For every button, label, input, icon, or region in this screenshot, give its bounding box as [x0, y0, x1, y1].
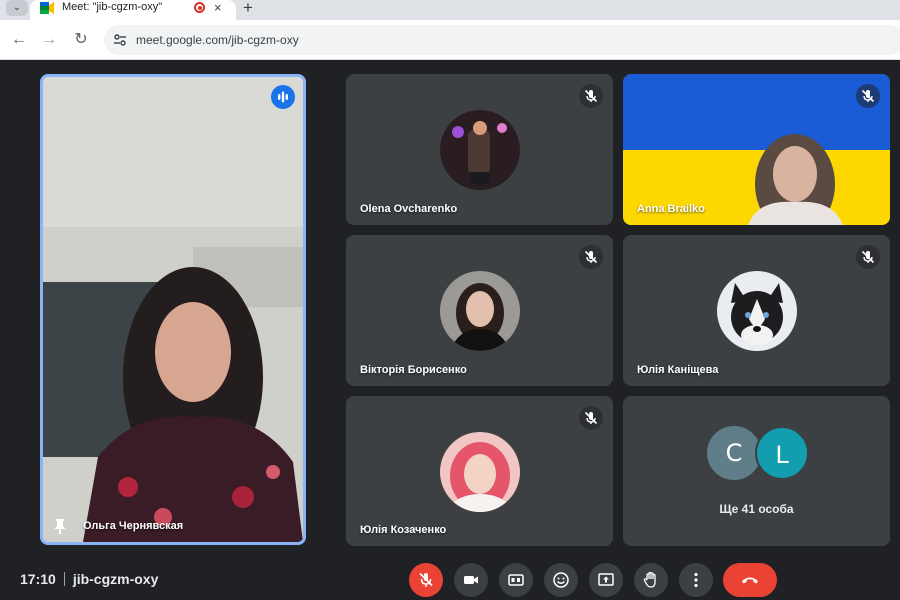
mic-muted-icon: [579, 406, 603, 430]
browser-tabstrip: ⌄ Meet: "jib-cgzm-oxy" × +: [0, 0, 900, 20]
captions-icon: [508, 574, 524, 586]
camera-icon: [464, 576, 478, 584]
participant-name: Anna Brailko: [637, 203, 705, 215]
divider: [63, 572, 65, 586]
participant-name: Юлія Каніщева: [637, 364, 719, 376]
forward-button[interactable]: →: [40, 31, 58, 49]
participant-tile[interactable]: Юлія Каніщева: [623, 235, 890, 386]
more-participants-tile[interactable]: C L Ще 41 особа: [623, 396, 890, 546]
participant-name: Olena Ovcharenko: [360, 203, 458, 215]
raise-hand-button[interactable]: [634, 563, 668, 597]
recording-indicator-icon: [194, 2, 205, 13]
camera-toggle-button[interactable]: [454, 563, 488, 597]
participant-tile[interactable]: Юлія Козаченко: [346, 396, 613, 546]
emoji-icon: [553, 572, 569, 588]
participant-tile[interactable]: Вікторія Борисенко: [346, 235, 613, 386]
participant-name: Вікторія Борисенко: [360, 364, 467, 376]
present-button[interactable]: [589, 563, 623, 597]
more-options-icon: [694, 572, 698, 588]
mic-off-icon: [419, 572, 433, 587]
browser-tab-meet[interactable]: Meet: "jib-cgzm-oxy" ×: [30, 0, 236, 20]
tab-title: Meet: "jib-cgzm-oxy": [62, 1, 163, 13]
leave-call-button[interactable]: [723, 563, 777, 597]
meeting-time: 17:10: [20, 571, 56, 587]
participant-initial-avatar: L: [755, 426, 809, 480]
participant-avatar: [716, 271, 797, 351]
participant-tile[interactable]: Olena Ovcharenko: [346, 74, 613, 225]
meeting-details: 17:10 jib-cgzm-oxy: [20, 571, 158, 587]
tab-search-button[interactable]: ⌄: [6, 0, 28, 16]
meet-favicon-icon: [40, 2, 54, 14]
raise-hand-icon: [643, 571, 656, 588]
participant-avatar: [439, 271, 520, 351]
participant-avatar: [439, 110, 520, 190]
meeting-code[interactable]: jib-cgzm-oxy: [73, 571, 159, 587]
reactions-button[interactable]: [544, 563, 578, 597]
back-button[interactable]: ←: [10, 31, 28, 49]
tab-close-button[interactable]: ×: [214, 0, 222, 16]
present-screen-icon: [598, 573, 614, 586]
participant-name: Юлія Козаченко: [360, 524, 447, 536]
mic-muted-icon: [856, 245, 880, 269]
mic-muted-icon: [579, 84, 603, 108]
site-info-icon[interactable]: [112, 32, 128, 48]
address-bar[interactable]: meet.google.com/jib-cgzm-oxy: [104, 25, 900, 55]
pin-icon[interactable]: [53, 518, 67, 534]
mic-muted-icon: [579, 245, 603, 269]
mic-toggle-button[interactable]: [409, 563, 443, 597]
participant-tile[interactable]: Anna Brailko: [623, 74, 890, 225]
new-tab-button[interactable]: +: [243, 0, 253, 16]
more-options-button[interactable]: [679, 563, 713, 597]
more-participants-avatars: C L: [707, 426, 811, 480]
captions-button[interactable]: [499, 563, 533, 597]
featured-participant-name: Ольга Чернявская: [83, 520, 184, 532]
participant-initial-avatar: C: [707, 426, 761, 480]
speaking-indicator-icon: [271, 85, 295, 109]
url-text: meet.google.com/jib-cgzm-oxy: [136, 33, 299, 47]
reload-button[interactable]: ↻: [72, 31, 90, 49]
participant-avatar: [439, 432, 520, 512]
browser-toolbar: ← → ↻ meet.google.com/jib-cgzm-oxy: [0, 20, 900, 60]
mic-muted-icon: [856, 84, 880, 108]
featured-video-frame: [43, 77, 303, 542]
more-participants-label: Ще 41 особа: [719, 502, 794, 516]
featured-participant-tile[interactable]: Ольга Чернявская: [40, 74, 306, 545]
end-call-icon: [742, 577, 758, 584]
